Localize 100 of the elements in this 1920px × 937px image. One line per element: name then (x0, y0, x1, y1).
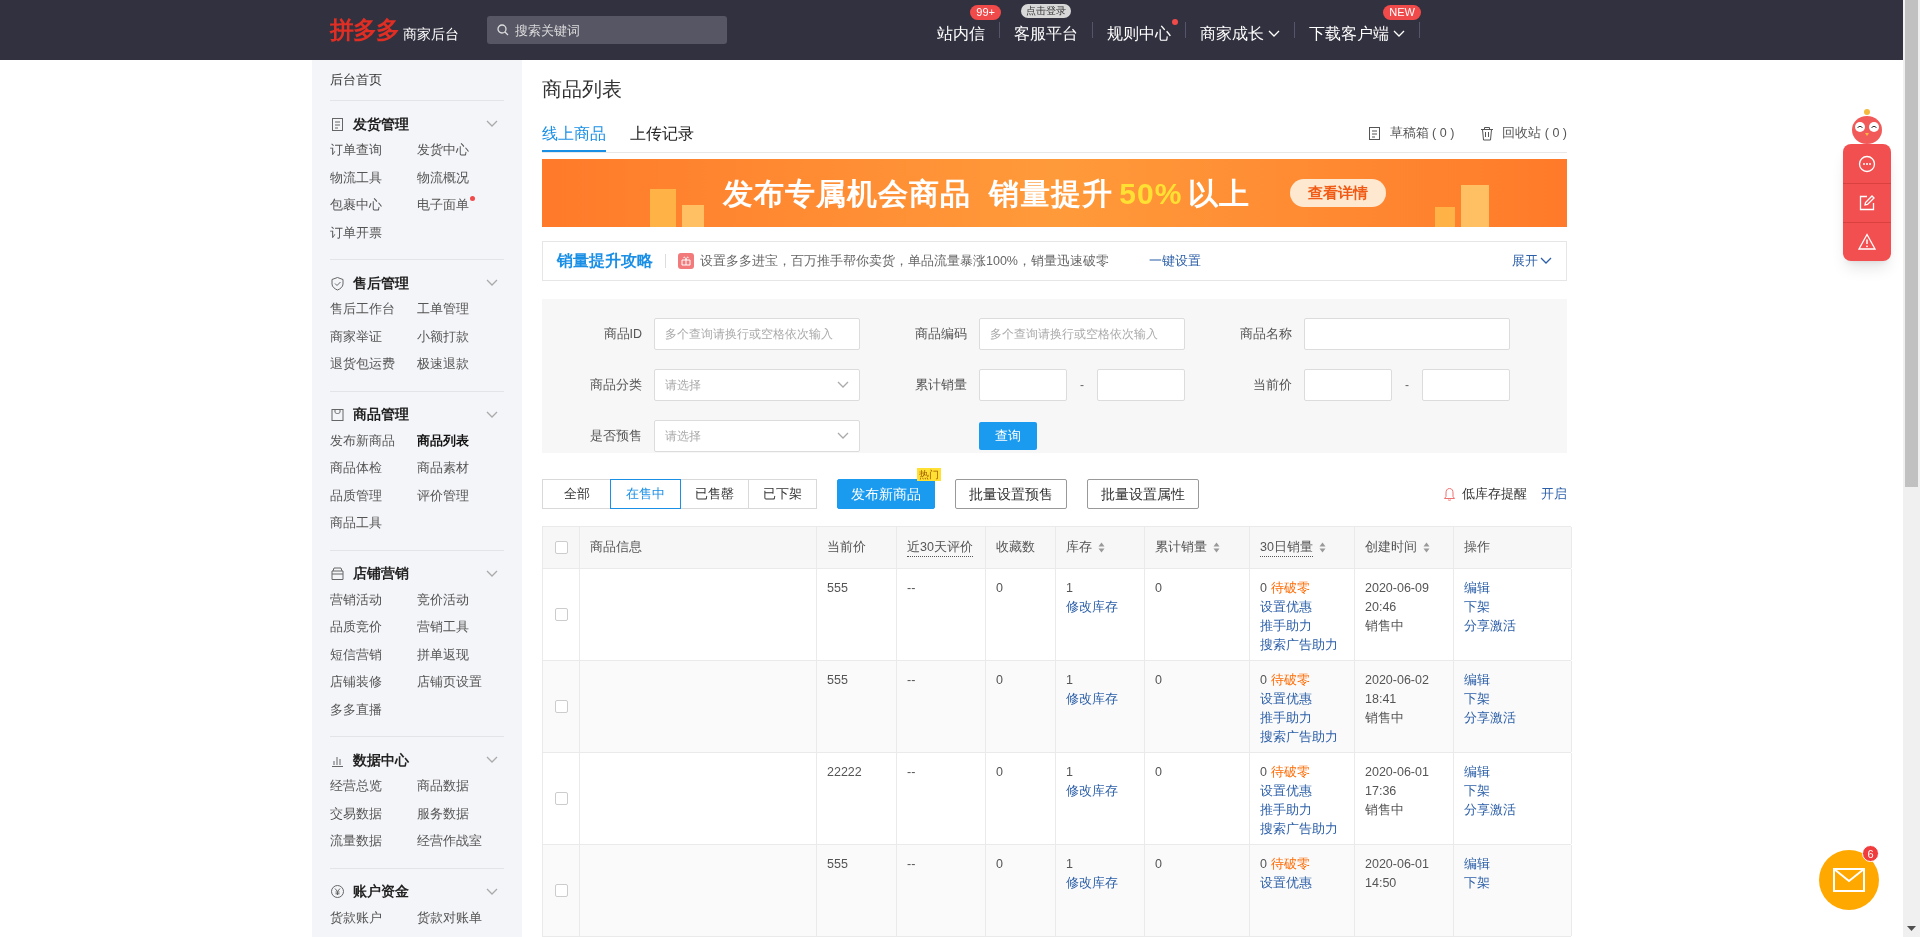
sidebar-link[interactable]: 货款对账单 (417, 904, 482, 932)
sidebar-link[interactable]: 包裹中心 (330, 192, 382, 220)
action-link[interactable]: 设置优惠 (1260, 782, 1312, 801)
sidebar-link[interactable]: 电子面单 (417, 192, 469, 220)
tab[interactable]: 上传记录 (630, 118, 694, 152)
text-field[interactable] (1097, 369, 1185, 401)
text-field[interactable] (1304, 369, 1392, 401)
sidebar-link[interactable]: 交易数据 (330, 800, 382, 828)
edit-stock-link[interactable]: 修改库存 (1066, 690, 1118, 709)
action-link[interactable]: 推手助力 (1260, 709, 1312, 728)
operation-link[interactable]: 编辑 (1464, 671, 1490, 690)
sidebar-link[interactable]: 流量数据 (330, 828, 382, 856)
text-field[interactable] (1422, 369, 1510, 401)
sidebar-link[interactable]: 商品工具 (330, 510, 382, 538)
sidebar-link[interactable]: 营销工具 (417, 614, 469, 642)
nav-link[interactable]: 站内信 (937, 24, 985, 44)
operation-link[interactable]: 编辑 (1464, 579, 1490, 598)
sidebar-link[interactable]: 商家举证 (330, 323, 382, 351)
action-link[interactable]: 搜索广告助力 (1260, 728, 1338, 747)
expand-link[interactable]: 展开 (1512, 251, 1552, 271)
checkbox[interactable] (554, 541, 568, 554)
sidebar-link[interactable]: 商品数据 (417, 773, 469, 801)
sidebar-link[interactable]: 物流工具 (330, 164, 382, 192)
sidebar-link[interactable]: 后台首页 (330, 60, 504, 100)
text-field[interactable]: 多个查询请换行或空格依次输入 (654, 318, 860, 350)
operation-link[interactable]: 分享激活 (1464, 709, 1516, 728)
sidebar-link[interactable]: 品质竞价 (330, 614, 382, 642)
edit-stock-link[interactable]: 修改库存 (1066, 782, 1118, 801)
sidebar-link[interactable]: 极速退款 (417, 351, 469, 379)
action-link[interactable]: 搜索广告助力 (1260, 820, 1338, 839)
sidebar-link[interactable]: 货款账户 (330, 904, 382, 932)
sidebar-link[interactable]: 发布新商品 (330, 427, 395, 455)
sidebar-link[interactable]: 拼单返现 (417, 641, 469, 669)
operation-link[interactable]: 下架 (1464, 690, 1490, 709)
sidebar-link[interactable]: 评价管理 (417, 482, 469, 510)
enable-link[interactable]: 开启 (1541, 484, 1567, 504)
sidebar-link[interactable]: 售后工作台 (330, 296, 395, 324)
edit-stock-link[interactable]: 修改库存 (1066, 598, 1118, 617)
column-header[interactable]: 累计销量 (1155, 538, 1207, 557)
sidebar-link[interactable]: 小额打款 (417, 323, 469, 351)
batch-button[interactable]: 批量设置属性 (1087, 479, 1199, 509)
sidebar-link[interactable]: 店铺装修 (330, 669, 382, 697)
sidebar-link[interactable]: 营销活动 (330, 586, 382, 614)
text-field[interactable] (1304, 318, 1510, 350)
column-header[interactable]: 30日销量 (1260, 537, 1313, 558)
one-click-setup-link[interactable]: 一键设置 (1149, 251, 1201, 271)
column-header[interactable]: 创建时间 (1365, 538, 1417, 557)
filter-tab[interactable]: 全部 (542, 479, 611, 509)
filter-tab[interactable]: 在售中 (610, 479, 681, 509)
operation-link[interactable]: 编辑 (1464, 763, 1490, 782)
nav-link[interactable]: 商家成长 (1200, 24, 1280, 44)
text-field[interactable]: 多个查询请换行或空格依次输入 (979, 318, 1185, 350)
sidebar-link[interactable]: 短信营销 (330, 641, 382, 669)
sidebar-link[interactable]: 品质管理 (330, 482, 382, 510)
toolbar-link[interactable]: 回收站 ( 0 ) (1480, 123, 1567, 143)
text-field[interactable] (979, 369, 1067, 401)
sidebar-link[interactable]: 多多直播 (330, 696, 382, 724)
nav-link[interactable]: 规则中心 (1107, 24, 1171, 44)
action-link[interactable]: 设置优惠 (1260, 874, 1312, 893)
sidebar-link[interactable]: 订单查询 (330, 137, 382, 165)
sidebar-link[interactable]: 服务数据 (417, 800, 469, 828)
action-link[interactable]: 推手助力 (1260, 617, 1312, 636)
checkbox[interactable] (554, 792, 568, 805)
operation-link[interactable]: 分享激活 (1464, 617, 1516, 636)
scrollbar[interactable] (1903, 0, 1920, 937)
operation-link[interactable]: 下架 (1464, 782, 1490, 801)
operation-link[interactable]: 下架 (1464, 598, 1490, 617)
column-header[interactable]: 库存 (1066, 538, 1092, 557)
filter-tab[interactable]: 已下架 (748, 479, 817, 509)
action-link[interactable]: 推手助力 (1260, 801, 1312, 820)
sidebar-link[interactable]: 退货包运费 (330, 351, 395, 379)
sidebar-link[interactable]: 工单管理 (417, 296, 469, 324)
toolbar-link[interactable]: 草稿箱 ( 0 ) (1367, 123, 1455, 143)
sidebar-link[interactable]: 发货中心 (417, 137, 469, 165)
sidebar-link[interactable]: 店铺页设置 (417, 669, 482, 697)
mail-button[interactable] (1819, 850, 1879, 910)
action-link[interactable]: 设置优惠 (1260, 598, 1312, 617)
sidebar-link[interactable]: 经营总览 (330, 773, 382, 801)
operation-link[interactable]: 编辑 (1464, 855, 1490, 874)
operation-link[interactable]: 下架 (1464, 874, 1490, 893)
nav-link[interactable]: 客服平台 (1014, 24, 1078, 44)
action-link[interactable]: 设置优惠 (1260, 690, 1312, 709)
nav-link[interactable]: 下载客户端 (1309, 24, 1405, 44)
sidebar-link[interactable]: 商品列表 (417, 427, 469, 455)
action-link[interactable]: 搜索广告助力 (1260, 636, 1338, 655)
checkbox[interactable] (554, 884, 568, 897)
scrollbar-thumb[interactable] (1905, 0, 1918, 487)
checkbox[interactable] (554, 608, 568, 621)
tab[interactable]: 线上商品 (542, 118, 606, 152)
filter-tab[interactable]: 已售罄 (680, 479, 749, 509)
search-field[interactable]: 搜索关键词 (487, 16, 727, 44)
sidebar-link[interactable]: 商品素材 (417, 455, 469, 483)
sidebar-link[interactable]: 经营作战室 (417, 828, 482, 856)
checkbox[interactable] (554, 700, 568, 713)
operation-link[interactable]: 分享激活 (1464, 801, 1516, 820)
sidebar-link[interactable]: 商品体检 (330, 455, 382, 483)
sidebar-link[interactable]: 订单开票 (330, 219, 382, 247)
sidebar-link[interactable]: 竞价活动 (417, 586, 469, 614)
edit-stock-link[interactable]: 修改库存 (1066, 874, 1118, 893)
batch-button[interactable]: 批量设置预售 (955, 479, 1067, 509)
